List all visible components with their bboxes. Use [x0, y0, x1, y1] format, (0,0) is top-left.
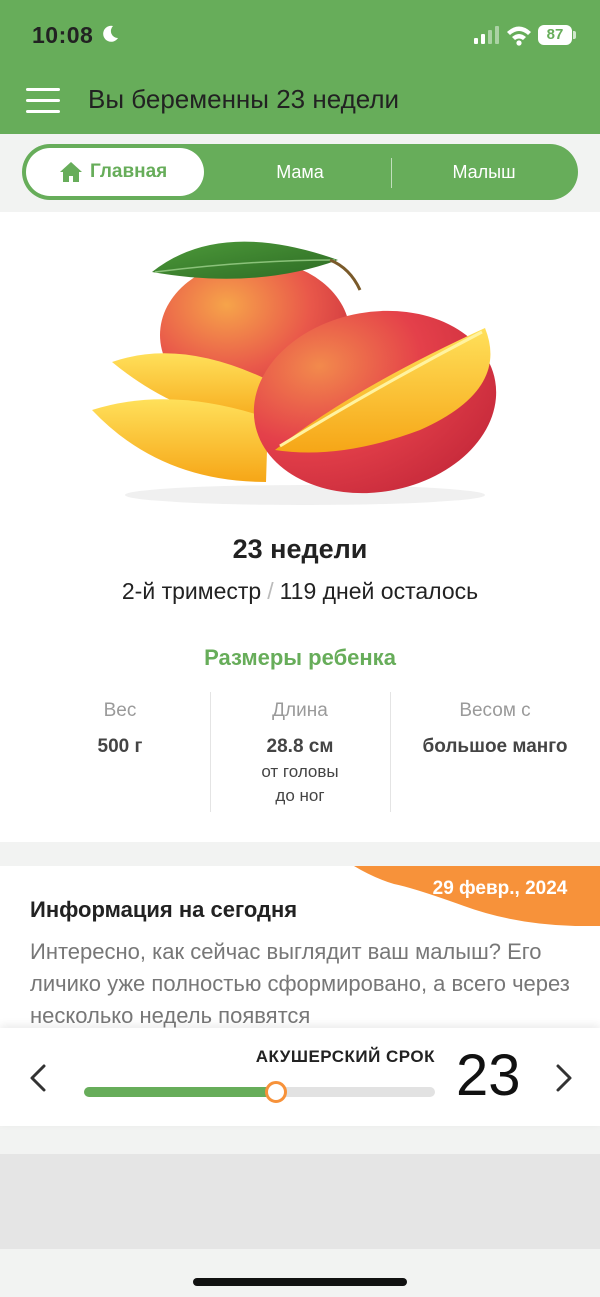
wifi-icon: [507, 26, 531, 46]
week-title: 23 недели: [232, 534, 368, 564]
trimester-separator: /: [267, 578, 274, 604]
info-body: Интересно, как сейчас выглядит ваш малыш…: [30, 939, 570, 1028]
home-icon: [60, 162, 82, 182]
length-label: Длина: [272, 700, 328, 721]
length-note-line1: от головы: [261, 762, 339, 781]
tab-home-label: Главная: [90, 161, 168, 182]
trimester: 2-й триместр: [121, 578, 262, 604]
page-title: Вы беременны 23 недели: [88, 84, 400, 114]
tab-mom[interactable]: Мама: [210, 148, 390, 196]
info-title: Информация на сегодня: [30, 897, 298, 922]
length-column: Длина 28.8 см от головы до ног: [210, 700, 390, 808]
term-slider-thumb[interactable]: [264, 1081, 287, 1103]
compare-label: Весом с: [459, 700, 531, 721]
mango-illustration: [92, 241, 497, 505]
baby-sizes-title: Размеры ребенка: [204, 645, 396, 670]
previous-week-button[interactable]: [24, 1058, 54, 1098]
trimester-line: 2-й триместр/119 дней осталось: [0, 578, 600, 605]
home-indicator[interactable]: [193, 1278, 407, 1286]
weight-value: 500 г: [97, 736, 143, 757]
tab-divider: [391, 158, 392, 188]
compare-value: большое манго: [422, 736, 568, 757]
bottom-panel: [0, 1154, 600, 1249]
weight-column: Вес 500 г: [30, 700, 210, 758]
term-label: АКУШЕРСКИЙ СРОК: [255, 1047, 435, 1066]
battery-nub: [573, 31, 576, 39]
cellular-signal-icon: [474, 26, 499, 44]
tab-baby[interactable]: Малыш: [396, 148, 572, 196]
length-value: 28.8 см: [266, 736, 334, 757]
moon-icon: [103, 25, 118, 42]
next-week-button[interactable]: [548, 1058, 578, 1098]
tab-home[interactable]: Главная: [26, 148, 204, 196]
status-time: 10:08: [32, 22, 94, 48]
week-number: 23: [456, 1043, 521, 1108]
battery-indicator: 87: [538, 25, 572, 45]
weight-label: Вес: [103, 700, 137, 721]
days-left: 119 дней осталось: [279, 578, 479, 604]
term-slider-fill: [84, 1087, 276, 1097]
compare-column: Весом с большое манго: [390, 700, 600, 758]
info-date: 29 февр., 2024: [432, 878, 568, 899]
menu-button[interactable]: [26, 86, 62, 116]
length-note-line2: до ног: [275, 786, 325, 805]
